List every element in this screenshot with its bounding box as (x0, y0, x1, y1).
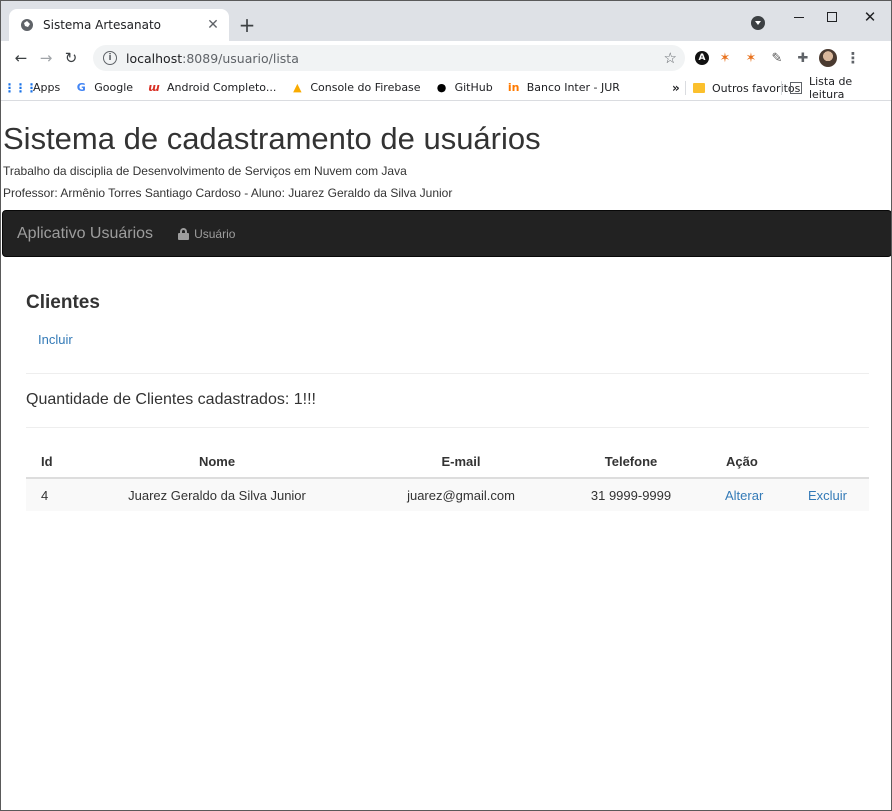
section-title: Clientes (26, 292, 100, 313)
android-completo-icon: ɯ (148, 81, 160, 94)
new-tab-button[interactable]: + (235, 13, 259, 37)
bookmark-android-completo[interactable]: ɯ Android Completo... (147, 81, 276, 95)
table-row: 4 Juarez Geraldo da Silva Junior juarez@… (26, 479, 869, 511)
cell-id: 4 (41, 487, 49, 503)
bookmark-firebase[interactable]: ▲ Console do Firebase (290, 81, 420, 95)
bookmark-label: Google (94, 81, 134, 94)
tab-search-icon[interactable] (751, 16, 765, 30)
bookmark-label: Banco Inter - JUR (526, 81, 620, 94)
bookmark-apps[interactable]: ⋮⋮⋮ Apps (3, 80, 61, 95)
profile-avatar-icon[interactable] (819, 49, 837, 67)
tab-strip: Sistema Artesanato ✕ + ✕ (1, 1, 891, 41)
excluir-link[interactable]: Excluir (808, 479, 847, 511)
header-email: E-mail (441, 453, 481, 469)
bookmark-star-icon[interactable]: ☆ (664, 49, 677, 67)
tab-title: Sistema Artesanato (43, 18, 161, 32)
globe-icon (19, 17, 35, 33)
url-text: localhost:8089/usuario/lista (126, 51, 299, 66)
page-subtitle-course: Trabalho da disciplia de Desenvolvimento… (3, 164, 407, 178)
divider (26, 373, 869, 374)
bookmark-label: Apps (33, 81, 61, 94)
browser-tab[interactable]: Sistema Artesanato ✕ (9, 9, 229, 41)
cell-email: juarez@gmail.com (407, 487, 515, 503)
google-icon: G (76, 81, 86, 94)
folder-icon (693, 83, 705, 93)
cell-nome: Juarez Geraldo da Silva Junior (128, 487, 306, 503)
reading-list-button[interactable]: Lista de leitura (790, 75, 891, 101)
address-bar[interactable]: i localhost:8089/usuario/lista ☆ (93, 45, 685, 71)
extensions-area: A ✶ ✶ ✎ ✚ ⋮ (695, 48, 863, 68)
bookmark-label: GitHub (454, 81, 493, 94)
alterar-link[interactable]: Alterar (725, 479, 763, 511)
navbar-brand[interactable]: Aplicativo Usuários (17, 225, 153, 243)
app-navbar: Aplicativo Usuários Usuário (2, 210, 891, 257)
header-telefone: Telefone (604, 453, 658, 469)
bookmark-label: Console do Firebase (310, 81, 421, 94)
url-host: localhost (126, 50, 183, 66)
extensions-puzzle-icon[interactable]: ✚ (793, 48, 813, 68)
clients-count: Quantidade de Clientes cadastrados: 1!!! (26, 391, 316, 408)
cell-telefone: 31 9999-9999 (590, 487, 672, 503)
lock-icon (178, 227, 190, 240)
site-info-icon[interactable]: i (103, 51, 117, 65)
apps-grid-icon: ⋮⋮⋮ (3, 80, 38, 95)
bookmarks-bar: ⋮⋮⋮ Apps G Google ɯ Android Completo... … (1, 75, 891, 101)
back-arrow-icon[interactable]: ← (10, 47, 32, 69)
header-id: Id (41, 453, 53, 469)
bookmark-github[interactable]: ● GitHub (435, 81, 493, 95)
header-acao: Ação (726, 453, 758, 469)
extension-orange-icon[interactable]: ✶ (715, 48, 735, 68)
more-bookmarks-button[interactable]: » (672, 75, 680, 101)
browser-toolbar: ← → ↻ i localhost:8089/usuario/lista ☆ A… (1, 41, 891, 75)
nav-link-usuario-label: Usuário (194, 226, 236, 241)
nav-link-usuario[interactable]: Usuário (178, 227, 235, 241)
page-content: Sistema de cadastramento de usuários Tra… (1, 102, 891, 810)
eyedropper-extension-icon[interactable]: ✎ (767, 48, 787, 68)
browser-window: Sistema Artesanato ✕ + ✕ ← → ↻ i localho… (0, 0, 892, 811)
reload-icon[interactable]: ↻ (60, 47, 82, 69)
forward-arrow-icon[interactable]: → (35, 47, 57, 69)
bookmark-banco-inter[interactable]: in Banco Inter - JUR (507, 81, 620, 95)
extension-orange-2-icon[interactable]: ✶ (741, 48, 761, 68)
bookmark-separator (685, 81, 686, 95)
other-bookmarks-label: Outros favoritos (712, 81, 801, 95)
inter-icon: in (507, 81, 520, 94)
page-subtitle-professor: Professor: Armênio Torres Santiago Cardo… (3, 186, 453, 200)
angular-extension-icon[interactable]: A (695, 51, 709, 65)
bookmark-label: Android Completo... (167, 81, 277, 94)
bookmark-google[interactable]: G Google (74, 81, 133, 95)
table-header: Id Nome E-mail Telefone Ação (26, 445, 869, 479)
header-nome: Nome (198, 453, 236, 469)
github-icon: ● (436, 81, 447, 94)
reading-list-label: Lista de leitura (808, 75, 853, 101)
page-title: Sistema de cadastramento de usuários (3, 121, 541, 156)
other-bookmarks-folder[interactable]: Outros favoritos (693, 75, 800, 101)
divider (26, 427, 869, 428)
firebase-icon: ▲ (293, 81, 302, 94)
clients-table: Id Nome E-mail Telefone Ação 4 Juarez Ge… (26, 445, 869, 511)
bookmark-separator (781, 81, 782, 95)
incluir-link[interactable]: Incluir (38, 332, 73, 347)
kebab-menu-icon[interactable]: ⋮ (843, 48, 863, 68)
close-tab-icon[interactable]: ✕ (205, 17, 221, 33)
close-window-button[interactable]: ✕ (847, 1, 891, 33)
url-path: :8089/usuario/lista (182, 50, 299, 66)
reading-list-icon (790, 82, 802, 94)
